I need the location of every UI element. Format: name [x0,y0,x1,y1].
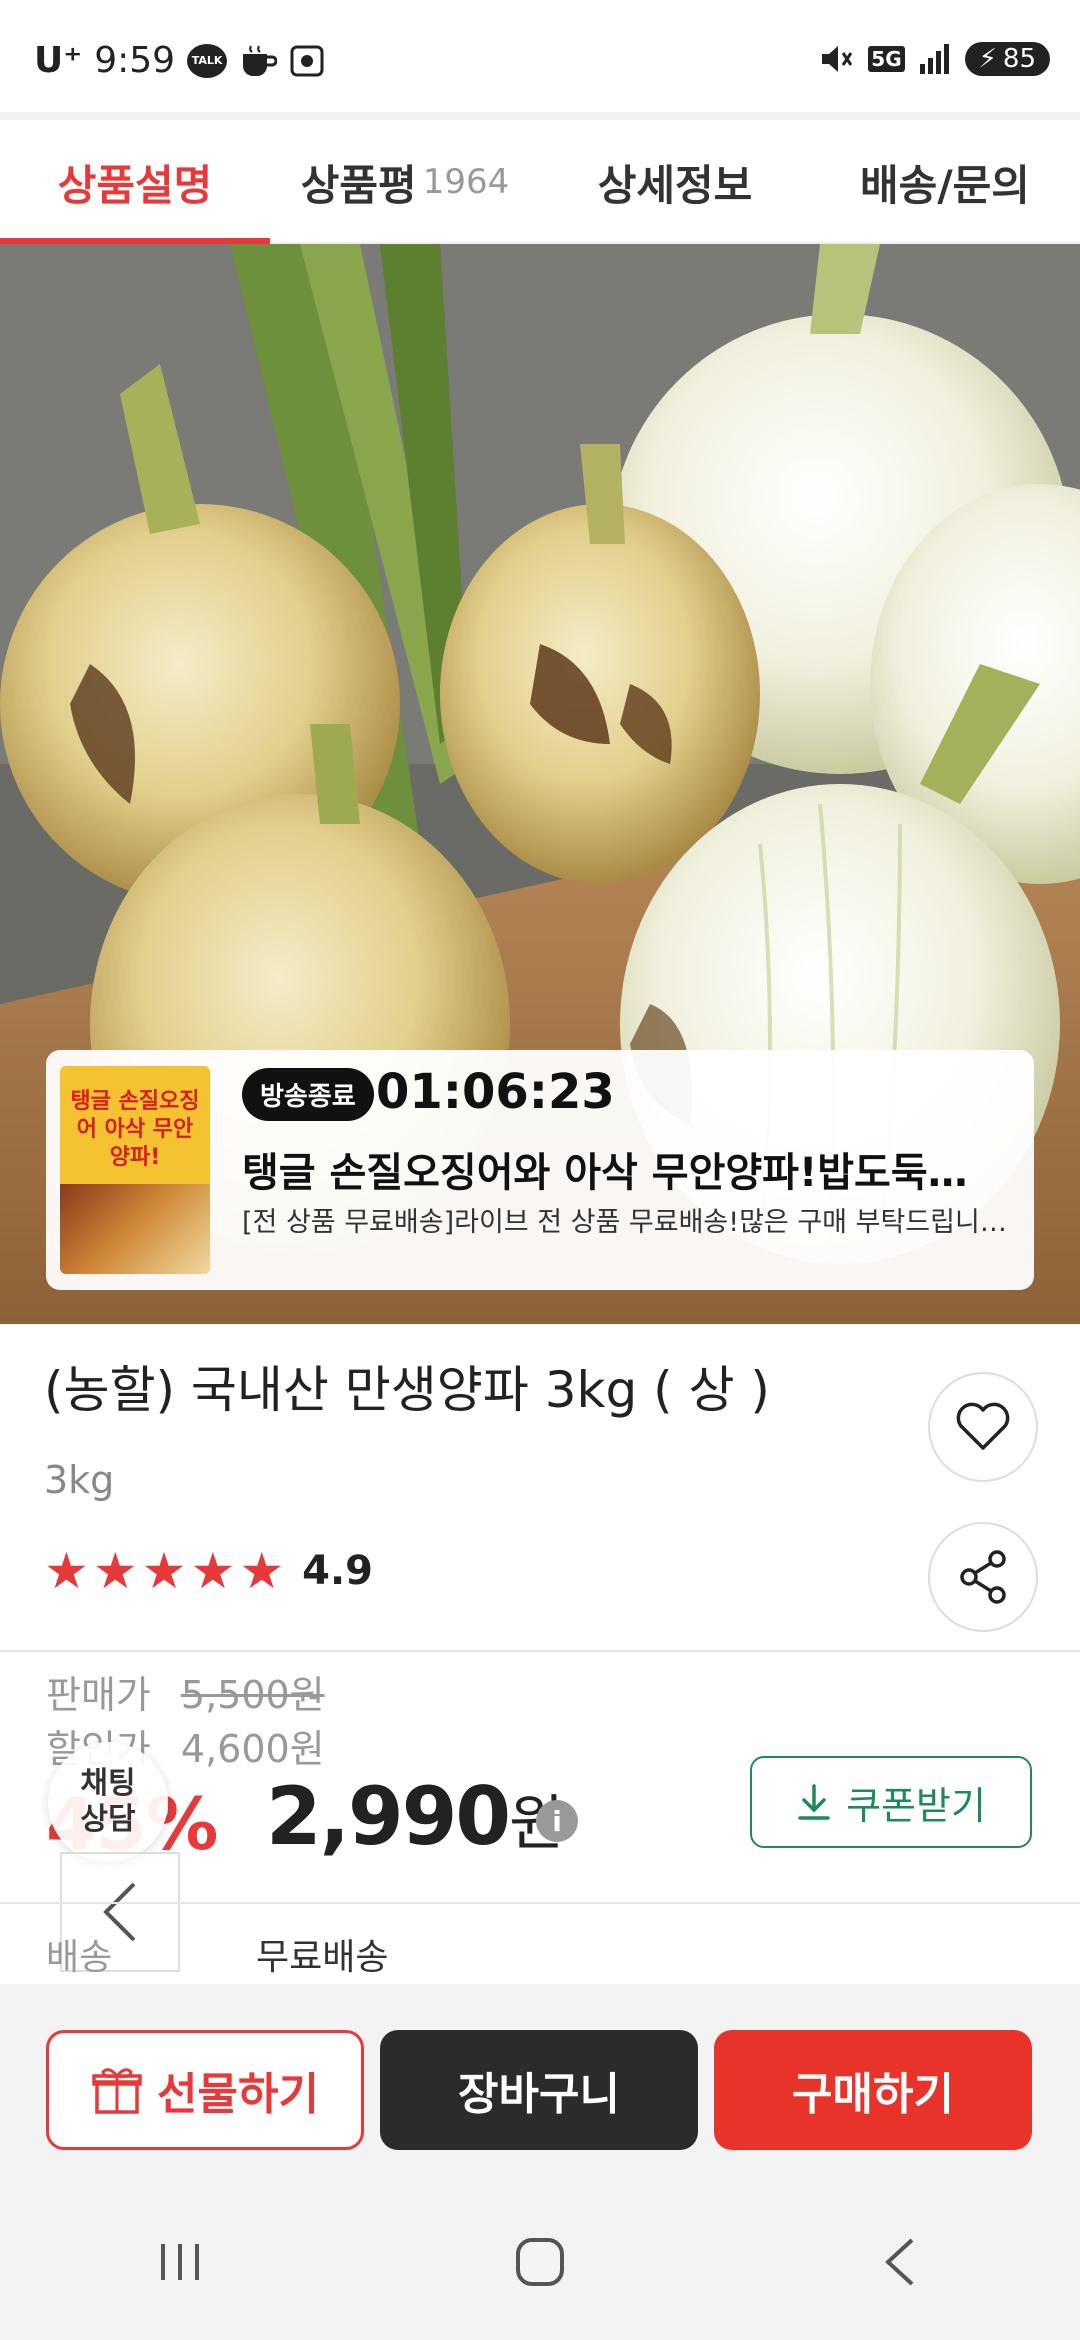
cart-button[interactable]: 장바구니 [380,2030,698,2150]
star-icon: ★ [239,1542,285,1600]
signal-icon [919,44,951,74]
tab-shipping-inquiry[interactable]: 배송/문의 [810,120,1080,244]
battery-level: 85 [1002,44,1036,74]
star-icon: ★ [92,1542,138,1600]
system-navigation-bar [0,2184,1080,2340]
tab-description[interactable]: 상품설명 [0,120,270,246]
back-icon [885,2238,914,2286]
chat-consult-button[interactable]: 채팅 상담 [48,1742,168,1862]
thumbnail-title: 탱글 손질오징어 아삭 무안양파! [70,1089,200,1170]
gift-button[interactable]: 선물하기 [46,2030,364,2150]
tab-label: 상세정보 [597,160,753,210]
rating-value: 4.9 [302,1548,373,1594]
coupon-button[interactable]: 쿠폰받기 [750,1756,1032,1848]
chat-label-line2: 상담 [80,1802,136,1837]
live-thumbnail: 탱글 손질오징어 아삭 무안양파! [60,1066,210,1274]
share-button[interactable] [928,1522,1038,1632]
heart-icon [956,1402,1010,1450]
price-info-icon[interactable]: i [536,1800,578,1842]
section-divider [0,1902,1080,1904]
live-timer: 01:06:23 [376,1064,615,1120]
wishlist-button[interactable] [928,1372,1038,1482]
coupon-label: 쿠폰받기 [846,1783,986,1828]
home-icon [516,2238,564,2286]
home-button[interactable] [480,2212,600,2312]
product-option: 3kg [44,1458,115,1502]
shipping-value: 무료배송 [256,1937,389,1978]
screenshot-notification-icon [289,44,325,78]
chat-label-line1: 채팅 [80,1766,136,1801]
live-title: 탱글 손질오징어와 아삭 무안양파!밥도둑… [242,1150,968,1196]
tab-details[interactable]: 상세정보 [540,120,810,244]
recent-apps-button[interactable] [120,2212,240,2312]
tab-label: 상품설명 [57,160,213,210]
sale-price-value: 5,500원 [180,1673,325,1717]
sale-price-row: 판매가 5,500원 [46,1664,325,1719]
star-icon: ★ [44,1542,89,1600]
product-tabs: 상품설명 상품평 1964 상세정보 배송/문의 [0,120,1080,246]
download-icon [798,1784,830,1820]
back-button[interactable] [840,2212,960,2312]
live-status-badge: 방송종료 [242,1068,374,1121]
buy-label: 구매하기 [792,2069,954,2120]
gift-icon [92,2068,142,2114]
battery-indicator: ⚡ 85 [964,42,1050,76]
network-label: 5G [868,46,905,72]
tab-reviews[interactable]: 상품평 1964 [270,120,540,244]
buy-button[interactable]: 구매하기 [714,2030,1032,2150]
star-icon: ★ [141,1542,187,1600]
star-icon: ★ [190,1542,236,1600]
status-right: 5G ⚡ 85 [818,42,1050,76]
talk-notification-icon: TALK [187,43,228,78]
coffee-notification-icon [239,44,278,78]
mute-icon [818,42,854,76]
final-price-number: 2,990 [266,1770,511,1863]
sale-price-label: 판매가 [46,1673,151,1717]
tab-label: 상품평 [300,160,417,210]
live-subtitle: [전 상품 무료배송]라이브 전 상품 무료배송!많은 구매 부탁드립니다😊[… [242,1207,1022,1238]
thumbnail-food-image [60,1184,210,1274]
bottom-action-bar: 선물하기 장바구니 구매하기 [0,1984,1080,2184]
final-price: 2,990원 [266,1770,564,1863]
cart-label: 장바구니 [458,2069,620,2120]
status-left: U⁺ 9:59 TALK [34,40,325,81]
gift-label: 선물하기 [157,2069,319,2120]
rating[interactable]: ★ ★ ★ ★ ★ 4.9 [44,1546,373,1596]
recent-apps-icon [161,2244,199,2280]
clock: 9:59 [94,40,176,81]
section-divider [0,1650,1080,1652]
share-icon [960,1550,1006,1604]
header-divider [0,112,1080,120]
carrier-label: U⁺ [34,40,83,81]
charging-icon: ⚡ [978,44,997,74]
tab-label: 배송/문의 [860,160,1030,210]
discount-price-value: 4,600원 [180,1727,325,1771]
review-count: 1964 [422,162,510,202]
live-broadcast-card[interactable]: 탱글 손질오징어 아삭 무안양파! 방송종료 01:06:23 탱글 손질오징어… [46,1050,1034,1290]
status-bar: U⁺ 9:59 TALK 5G ⚡ 85 [0,0,1080,120]
shipping-label: 배송 [46,1937,113,1978]
product-title: (농할) 국내산 만생양파 3kg ( 상 ) [44,1361,770,1419]
